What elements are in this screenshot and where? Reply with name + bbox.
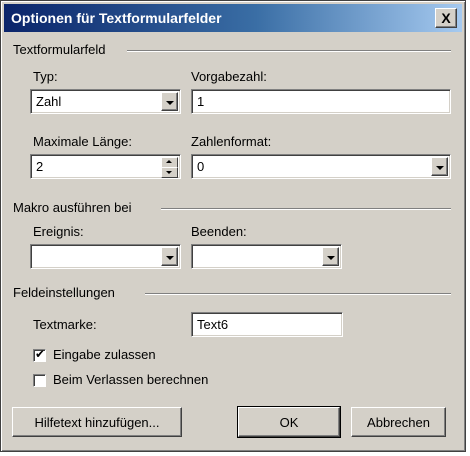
chevron-down-icon — [327, 256, 335, 260]
typ-select[interactable]: Zahl — [30, 89, 181, 114]
group-divider — [145, 293, 451, 295]
textmarke-label: Textmarke: — [33, 317, 97, 332]
vorgabezahl-label: Vorgabezahl: — [191, 69, 267, 84]
arrow-down-icon — [166, 171, 172, 174]
maximale-laenge-stepper[interactable]: 2 — [30, 154, 181, 179]
beim-verlassen-berechnen-label[interactable]: Beim Verlassen berechnen — [53, 372, 208, 387]
beim-verlassen-berechnen-checkbox[interactable] — [33, 374, 46, 387]
close-button[interactable]: X — [435, 8, 457, 28]
textmarke-input[interactable]: Text6 — [191, 312, 343, 337]
abbrechen-button-label: Abbrechen — [367, 414, 430, 430]
group-title-textformularfeld: Textformularfeld — [13, 42, 106, 57]
ereignis-label: Ereignis: — [33, 224, 84, 239]
hilfetext-button-label: Hilfetext hinzufügen... — [34, 414, 160, 430]
beenden-dropdown-button[interactable] — [322, 247, 339, 266]
zahlenformat-value: 0 — [197, 159, 205, 174]
ok-button-label: OK — [279, 414, 299, 430]
group-divider — [161, 208, 451, 210]
chevron-down-icon — [166, 256, 174, 260]
textmarke-value: Text6 — [197, 317, 229, 332]
arrow-up-icon — [166, 160, 172, 163]
chevron-down-icon — [436, 166, 444, 170]
group-title-makro: Makro ausführen bei — [13, 200, 132, 215]
ereignis-dropdown-button[interactable] — [161, 247, 178, 266]
dialog-window: Optionen für Textformularfelder X Textfo… — [0, 0, 466, 452]
ok-button[interactable]: OK — [237, 406, 341, 438]
eingabe-zulassen-checkbox[interactable]: ✔ — [33, 347, 46, 362]
zahlenformat-select[interactable]: 0 — [191, 154, 451, 179]
zahlenformat-dropdown-button[interactable] — [431, 157, 448, 176]
beenden-select[interactable] — [191, 244, 342, 269]
beenden-label: Beenden: — [191, 224, 247, 239]
abbrechen-button[interactable]: Abbrechen — [351, 407, 446, 437]
maximale-laenge-value: 2 — [36, 159, 44, 174]
vorgabezahl-value: 1 — [197, 94, 205, 109]
dialog-title: Optionen für Textformularfelder — [11, 10, 222, 26]
eingabe-zulassen-label[interactable]: Eingabe zulassen — [53, 347, 156, 362]
title-bar[interactable]: Optionen für Textformularfelder X — [4, 4, 462, 32]
group-divider — [127, 50, 451, 52]
hilfetext-hinzufuegen-button[interactable]: Hilfetext hinzufügen... — [12, 407, 182, 437]
typ-label: Typ: — [33, 69, 58, 84]
zahlenformat-label: Zahlenformat: — [191, 134, 272, 149]
checkmark-icon: ✔ — [35, 347, 46, 361]
close-icon: X — [441, 10, 451, 26]
ereignis-select[interactable] — [30, 244, 181, 269]
typ-select-value: Zahl — [36, 94, 62, 109]
vorgabezahl-input[interactable]: 1 — [191, 89, 451, 114]
spin-down-button[interactable] — [161, 167, 178, 178]
maximale-laenge-label: Maximale Länge: — [33, 134, 132, 149]
typ-dropdown-button[interactable] — [161, 92, 178, 111]
chevron-down-icon — [166, 101, 174, 105]
group-title-feldeinstellungen: Feldeinstellungen — [13, 285, 115, 300]
